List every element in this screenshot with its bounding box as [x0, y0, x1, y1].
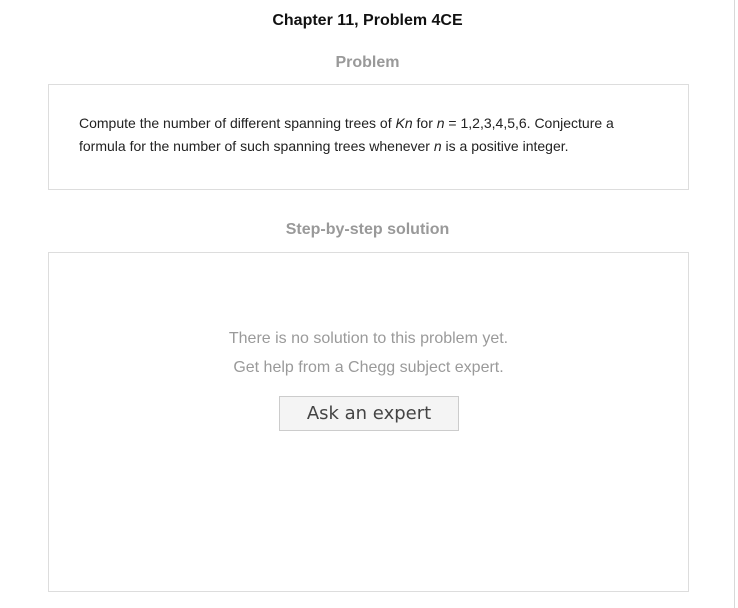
no-solution-message: There is no solution to this problem yet…: [228, 330, 509, 347]
expert-help-message: Get help from a Chegg subject expert.: [233, 359, 504, 376]
chapter-title: Chapter 11, Problem 4CE: [272, 12, 463, 29]
problem-text-part: is a positive integer.: [441, 138, 569, 154]
problem-text: Compute the number of different spanning…: [79, 112, 659, 158]
solution-heading: Step-by-step solution: [285, 221, 450, 238]
problem-heading: Problem: [335, 54, 400, 71]
solution-page: Chapter 11, Problem 4CE Problem Compute …: [0, 0, 735, 608]
solution-box: There is no solution to this problem yet…: [48, 252, 689, 592]
problem-text-part: Compute the number of different spanning…: [79, 115, 396, 131]
problem-graph-symbol: Kn: [395, 115, 413, 131]
problem-variable-n: n: [433, 138, 442, 154]
problem-text-part: for: [412, 115, 437, 131]
ask-expert-button[interactable]: Ask an expert: [279, 396, 459, 431]
problem-box: Compute the number of different spanning…: [48, 84, 689, 190]
problem-variable-n: n: [436, 115, 445, 131]
